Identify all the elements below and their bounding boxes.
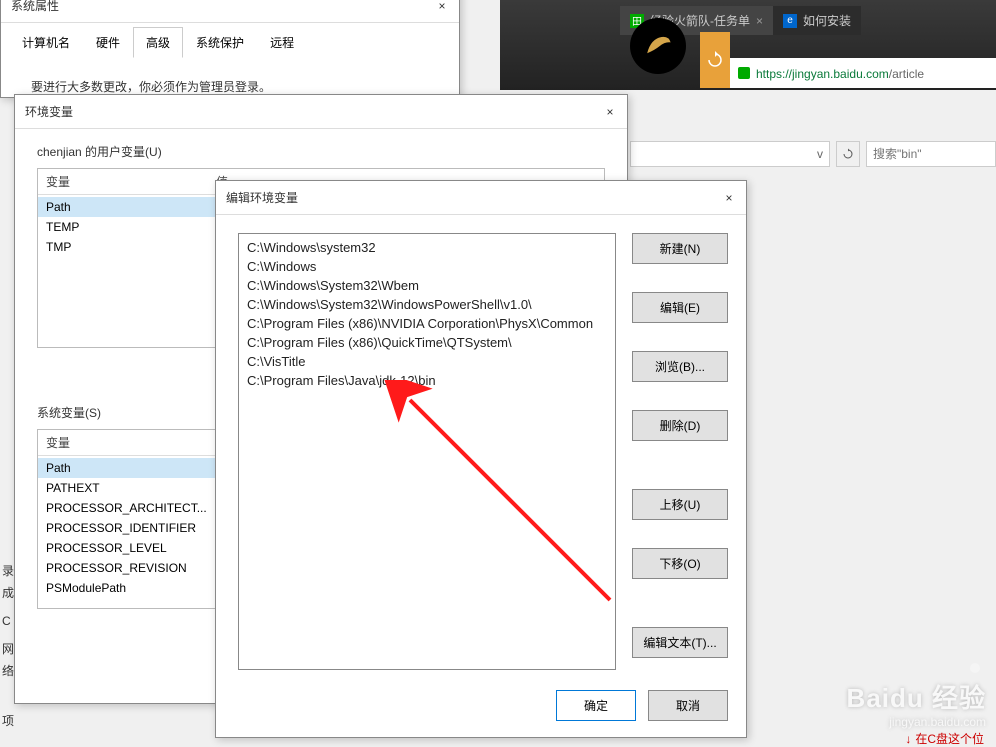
delete-button[interactable]: 删除(D) xyxy=(632,410,728,441)
sysprops-tabs: 计算机名 硬件 高级 系统保护 远程 xyxy=(1,23,459,58)
browser-reload-button[interactable] xyxy=(700,32,730,88)
browse-button[interactable]: 浏览(B)... xyxy=(632,351,728,382)
envvars-titlebar: 环境变量 × xyxy=(15,95,627,129)
reload-icon xyxy=(706,51,724,69)
baidu-watermark: Baidu 经验 jingyan.baidu.com xyxy=(847,657,986,729)
editdlg-title: 编辑环境变量 xyxy=(226,189,298,206)
col-variable: 变量 xyxy=(46,173,216,190)
system-properties-window: 系统属性 × 计算机名 硬件 高级 系统保护 远程 要进行大多数更改，你必须作为… xyxy=(0,0,460,98)
browser-tab-inactive[interactable]: e 如何安装 xyxy=(773,6,861,35)
close-icon[interactable]: × xyxy=(722,191,736,205)
explorer-refresh-button[interactable] xyxy=(836,141,860,167)
editdlg-button-column: 新建(N) 编辑(E) 浏览(B)... 删除(D) 上移(U) 下移(O) 编… xyxy=(632,233,728,670)
sysprops-titlebar: 系统属性 × xyxy=(1,0,459,23)
edittext-button[interactable]: 编辑文本(T)... xyxy=(632,627,728,658)
envvars-title: 环境变量 xyxy=(25,103,73,120)
edit-button[interactable]: 编辑(E) xyxy=(632,292,728,323)
explorer-toolbar: v xyxy=(630,138,996,170)
path-item[interactable]: C:\VisTitle xyxy=(239,352,615,371)
bottom-annotation-text: ↓ 在C盘这个位 xyxy=(905,730,984,747)
new-button[interactable]: 新建(N) xyxy=(632,233,728,264)
chevron-down-icon: v xyxy=(817,147,823,161)
down-arrow-icon: ↓ xyxy=(905,732,911,746)
editdlg-footer: 确定 取消 xyxy=(238,686,728,721)
user-vars-label: chenjian 的用户变量(U) xyxy=(37,143,605,160)
browser-tab-label: 如何安装 xyxy=(803,12,851,29)
refresh-icon xyxy=(842,148,854,160)
lock-icon xyxy=(738,67,750,79)
tab-hardware[interactable]: 硬件 xyxy=(83,27,133,58)
cancel-button[interactable]: 取消 xyxy=(648,690,728,721)
path-item[interactable]: C:\Program Files (x86)\NVIDIA Corporatio… xyxy=(239,314,615,333)
close-icon[interactable]: × xyxy=(603,105,617,119)
editdlg-titlebar: 编辑环境变量 × xyxy=(216,181,746,215)
path-item[interactable]: C:\Windows\System32\Wbem xyxy=(239,276,615,295)
path-item[interactable]: C:\Windows\System32\WindowsPowerShell\v1… xyxy=(239,295,615,314)
path-item[interactable]: C:\Program Files\Java\jdk-12\bin xyxy=(239,371,615,390)
edit-env-var-dialog: 编辑环境变量 × C:\Windows\system32 C:\Windows … xyxy=(215,180,747,738)
explorer-breadcrumb[interactable]: v xyxy=(630,141,830,167)
moveup-button[interactable]: 上移(U) xyxy=(632,489,728,520)
tab-computer-name[interactable]: 计算机名 xyxy=(9,27,83,58)
sysprops-title: 系统属性 xyxy=(11,0,59,14)
col-variable: 变量 xyxy=(46,434,216,451)
browser-tab-strip: 田 经验火箭队-任务单 × e 如何安装 xyxy=(500,0,996,35)
paw-icon xyxy=(964,657,986,675)
browser-address-bar[interactable]: https://jingyan.baidu.com/article xyxy=(730,58,996,88)
ok-button[interactable]: 确定 xyxy=(556,690,636,721)
path-item[interactable]: C:\Program Files (x86)\QuickTime\QTSyste… xyxy=(239,333,615,352)
tab-favicon-blue: e xyxy=(783,14,797,28)
browser-logo-cheetah xyxy=(630,18,686,74)
tab-system-protection[interactable]: 系统保护 xyxy=(183,27,257,58)
tab-close-icon[interactable]: × xyxy=(756,14,763,28)
path-item[interactable]: C:\Windows\system32 xyxy=(239,238,615,257)
address-url: https://jingyan.baidu.com/article xyxy=(756,66,924,81)
tab-remote[interactable]: 远程 xyxy=(257,27,307,58)
path-values-listbox[interactable]: C:\Windows\system32 C:\Windows C:\Window… xyxy=(238,233,616,670)
tab-advanced[interactable]: 高级 xyxy=(133,27,183,58)
path-item[interactable]: C:\Windows xyxy=(239,257,615,276)
close-icon[interactable]: × xyxy=(435,0,449,13)
movedown-button[interactable]: 下移(O) xyxy=(632,548,728,579)
explorer-search-input[interactable] xyxy=(866,141,996,167)
